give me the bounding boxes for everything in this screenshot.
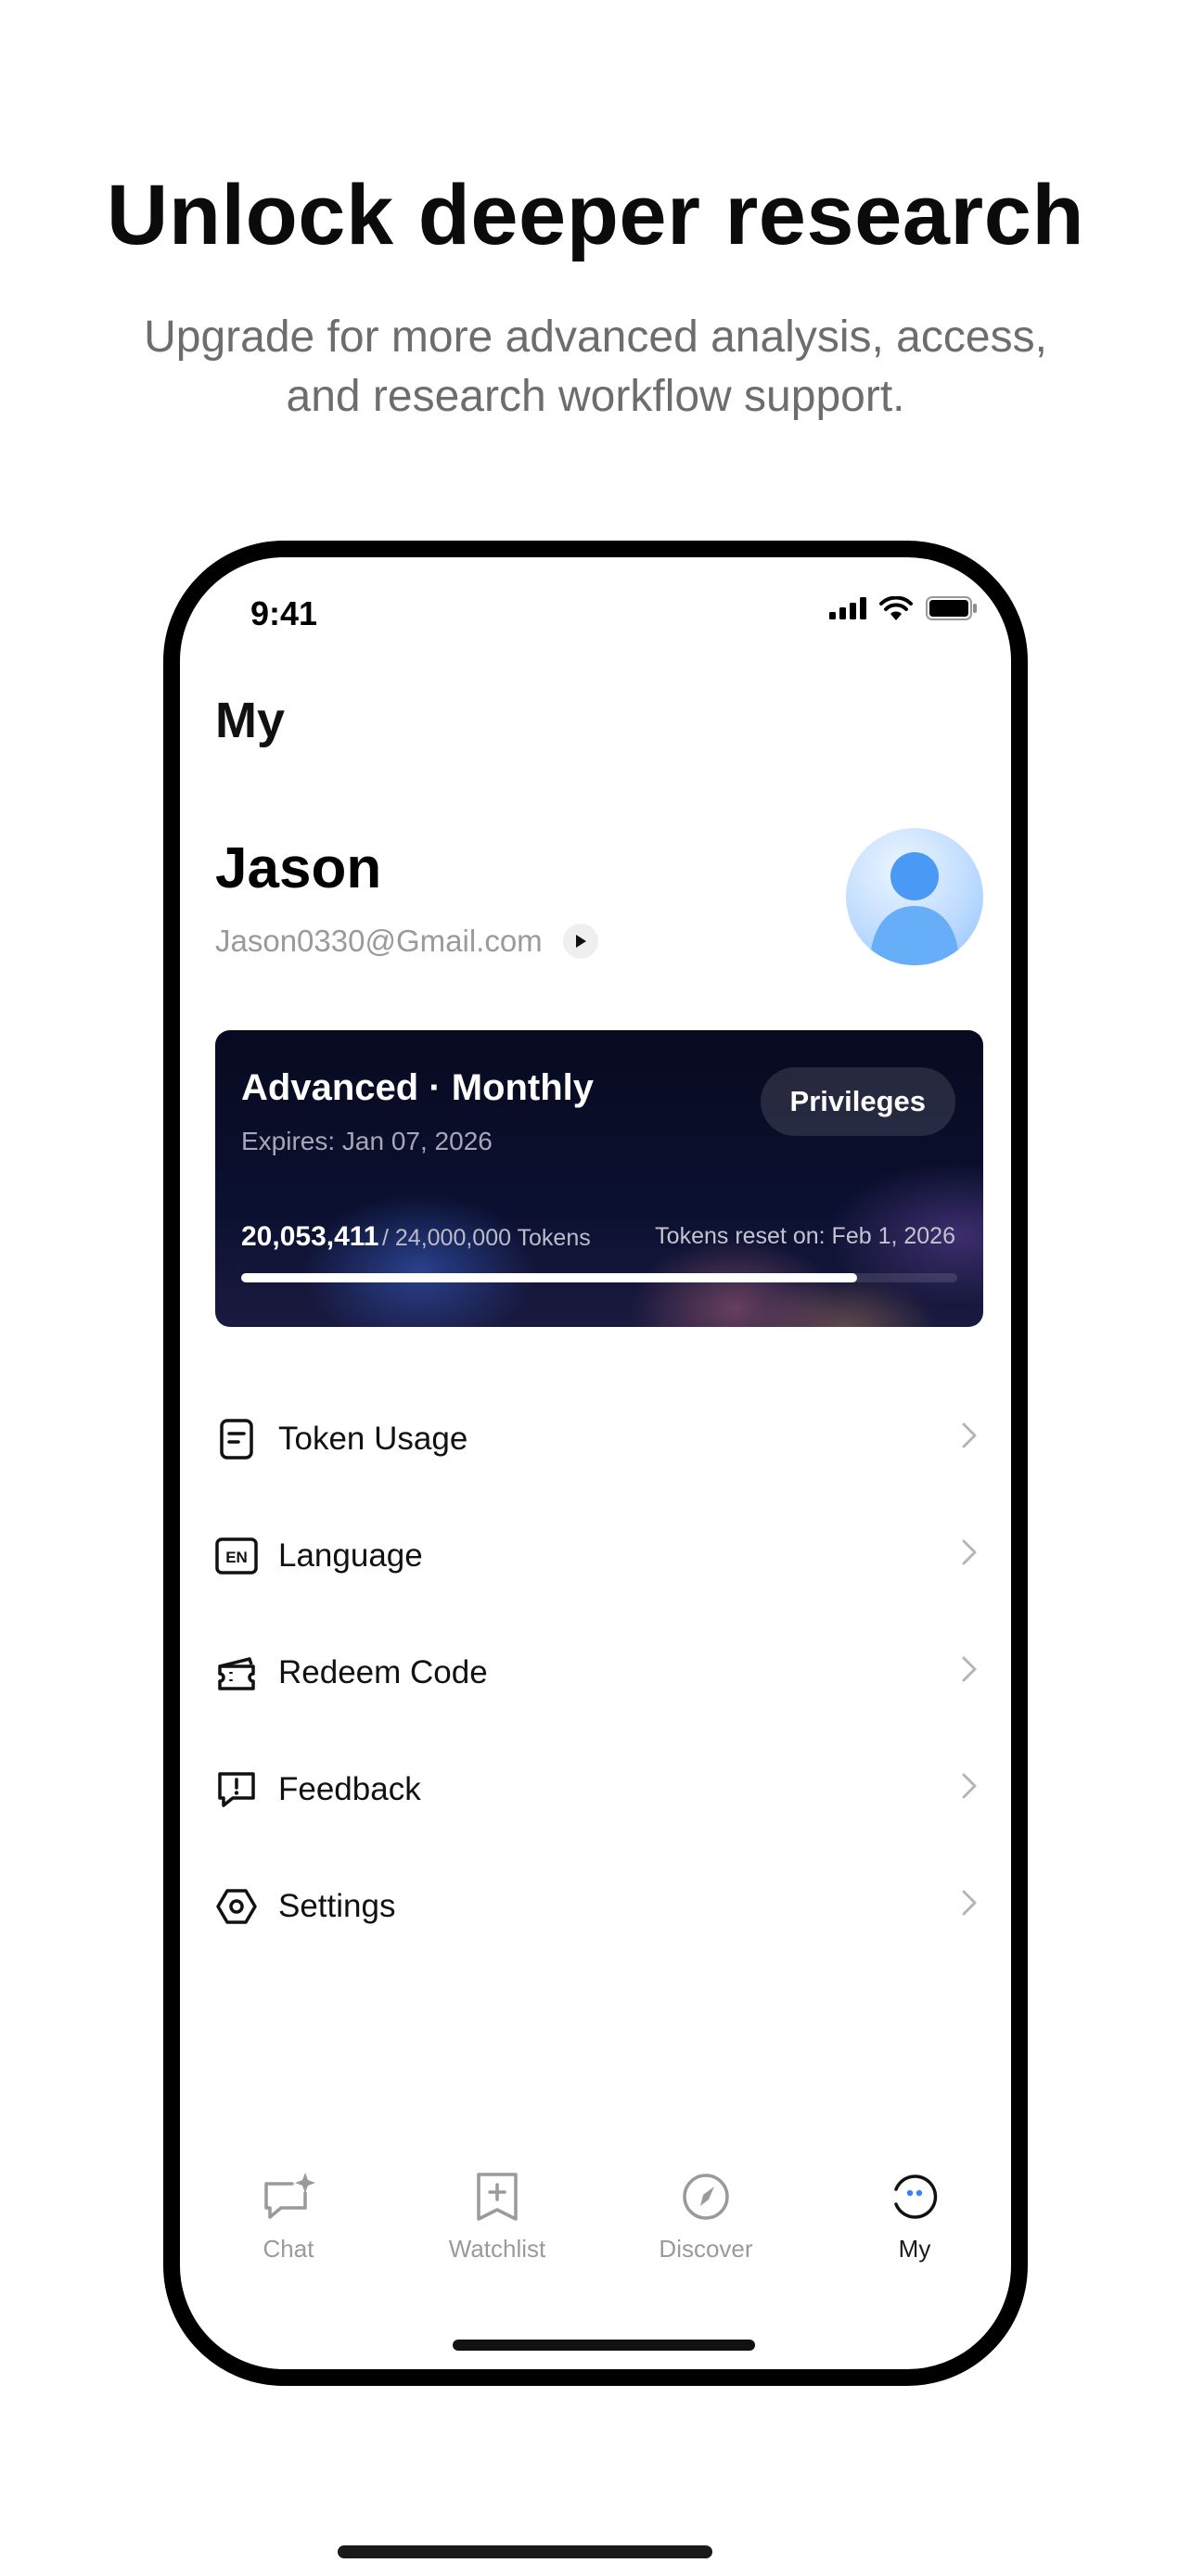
menu-list: Token Usage EN Language Redeem Code Feed… xyxy=(215,1381,983,1965)
status-time: 9:41 xyxy=(250,594,318,632)
tokens-reset: Tokens reset on: Feb 1, 2026 xyxy=(655,1223,955,1249)
profile-icon xyxy=(894,2174,938,2219)
tab-discover[interactable]: Discover xyxy=(613,2171,799,2264)
privileges-button[interactable]: Privileges xyxy=(760,1067,955,1136)
hero-subtitle-line2: and research workflow support. xyxy=(286,372,905,421)
hero-subtitle-line1: Upgrade for more advanced analysis, acce… xyxy=(144,312,1047,362)
device-home-indicator xyxy=(338,2545,712,2558)
settings-icon xyxy=(215,1885,258,1928)
status-icons xyxy=(829,596,978,620)
token-progress-fill xyxy=(241,1273,857,1282)
menu-item-label: Token Usage xyxy=(278,1421,468,1457)
menu-item-feedback[interactable]: Feedback xyxy=(215,1731,983,1848)
chevron-right-icon xyxy=(962,1773,977,1799)
tab-chat[interactable]: Chat xyxy=(196,2171,381,2264)
menu-item-token-usage[interactable]: Token Usage xyxy=(215,1381,983,1498)
tokens-used: 20,053,411 xyxy=(241,1221,379,1252)
phone-frame: 9:41 My Jason Jason0330@Gmail.com Advanc… xyxy=(163,541,1028,2386)
menu-item-settings[interactable]: Settings xyxy=(215,1848,983,1965)
tab-bar: Chat Watchlist Discover My xyxy=(180,2171,1011,2282)
menu-item-label: Settings xyxy=(278,1888,396,1924)
email-row: Jason0330@Gmail.com xyxy=(215,924,598,959)
status-bar: 9:41 xyxy=(180,557,1011,659)
person-icon xyxy=(870,852,959,965)
plan-expires: Expires: Jan 07, 2026 xyxy=(241,1127,493,1155)
cellular-signal-icon xyxy=(829,597,866,619)
en-icon-text: EN xyxy=(225,1549,248,1566)
feedback-icon xyxy=(215,1768,258,1811)
profile-name: Jason xyxy=(215,836,382,900)
menu-item-language[interactable]: EN Language xyxy=(215,1498,983,1614)
hero-subtitle: Upgrade for more advanced analysis, acce… xyxy=(0,308,1191,427)
tokens-total: / 24,000,000 Tokens xyxy=(382,1225,591,1251)
en-icon: EN xyxy=(215,1535,258,1577)
play-icon[interactable] xyxy=(562,924,598,959)
tab-label: Chat xyxy=(263,2235,314,2263)
tab-label: My xyxy=(898,2235,931,2263)
plan-title: Advanced · Monthly xyxy=(241,1067,595,1108)
tab-label: Discover xyxy=(659,2235,753,2263)
ticket-icon xyxy=(215,1651,258,1694)
profile-email: Jason0330@Gmail.com xyxy=(215,924,543,958)
chevron-right-icon xyxy=(962,1890,977,1916)
chevron-right-icon xyxy=(962,1656,977,1682)
chevron-right-icon xyxy=(962,1422,977,1448)
hero-title: Unlock deeper research xyxy=(106,168,1085,262)
menu-item-label: Redeem Code xyxy=(278,1654,488,1690)
battery-icon xyxy=(926,596,977,620)
wifi-icon xyxy=(879,596,913,620)
menu-item-redeem-code[interactable]: Redeem Code xyxy=(215,1614,983,1731)
avatar[interactable] xyxy=(846,828,983,965)
compass-icon xyxy=(683,2174,729,2220)
chevron-right-icon xyxy=(962,1539,977,1565)
menu-item-label: Language xyxy=(278,1537,423,1574)
home-indicator[interactable] xyxy=(453,2340,755,2351)
bookmark-plus-icon xyxy=(477,2173,518,2221)
tab-my[interactable]: My xyxy=(822,2171,1007,2264)
tab-label: Watchlist xyxy=(448,2235,546,2263)
page-title: My xyxy=(215,693,286,748)
chat-sparkle-icon xyxy=(264,2173,315,2219)
token-progress-bar xyxy=(241,1273,957,1282)
tab-watchlist[interactable]: Watchlist xyxy=(404,2171,590,2264)
document-icon xyxy=(215,1418,258,1460)
plan-card[interactable]: Advanced · Monthly Expires: Jan 07, 2026… xyxy=(215,1030,983,1327)
menu-item-label: Feedback xyxy=(278,1771,421,1807)
